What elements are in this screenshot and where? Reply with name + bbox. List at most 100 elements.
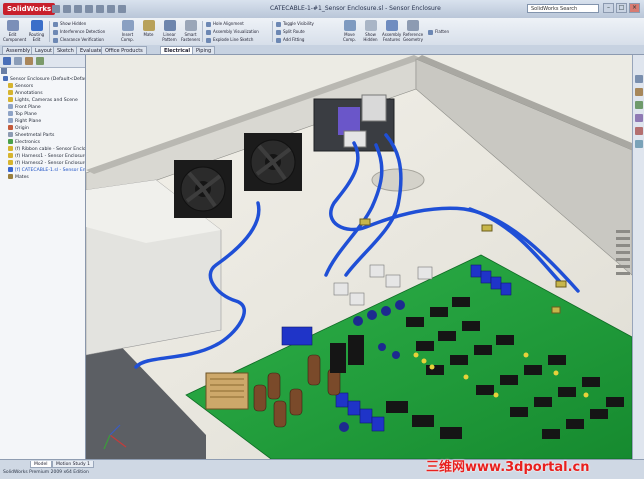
enclosure-model: [86, 55, 632, 459]
tree-node[interactable]: Origin: [3, 125, 85, 132]
tree-node[interactable]: [f] CATECABLE-1.sl - Sensor Enclosure: [3, 167, 85, 174]
tree-node[interactable]: Right Plane: [3, 118, 85, 125]
search-input[interactable]: SolidWorks Search: [527, 4, 599, 13]
linear-pattern-icon: [163, 20, 176, 31]
minimize-button[interactable]: –: [603, 3, 614, 13]
tab-electrical[interactable]: Electrical: [160, 46, 195, 54]
assembly-features-button[interactable]: Assembly Features: [382, 20, 401, 42]
mate-button[interactable]: Mate: [139, 20, 158, 37]
title-bar: SolidWorks CATECABLE-1-#1_Sensor Enclosu…: [0, 0, 644, 19]
tree-node[interactable]: (f) Harness1 - Sensor Enclosure: [3, 153, 85, 160]
options-icon[interactable]: [118, 5, 126, 13]
task-pane-tabs: [632, 55, 644, 459]
print-icon[interactable]: [85, 5, 93, 13]
close-button[interactable]: ×: [629, 3, 640, 13]
tree-node[interactable]: Lights, Cameras and Scene: [3, 97, 85, 104]
command-manager: Edit Component Routing Edit Show Hidden …: [0, 18, 644, 46]
insert-component-button[interactable]: Insert Comp.: [118, 20, 137, 42]
tree-node-icon: [8, 90, 13, 95]
rebuild-icon[interactable]: [107, 5, 115, 13]
tab-motion-study[interactable]: Motion Study 1: [52, 461, 94, 468]
smart-fasteners-button[interactable]: Smart Fasteners: [181, 20, 200, 42]
assembly-visualization-item[interactable]: Assembly Visualization: [206, 29, 259, 35]
tree-node-icon: [8, 174, 13, 179]
resources-icon[interactable]: [635, 75, 643, 83]
tree-node-icon: [8, 83, 13, 88]
view-palette-icon[interactable]: [635, 114, 643, 122]
tree-node[interactable]: Sensors: [3, 83, 85, 90]
show-hidden-button[interactable]: Show Hidden: [361, 20, 380, 42]
reference-geometry-button[interactable]: Reference Geometry: [403, 20, 423, 42]
new-icon[interactable]: [52, 5, 60, 13]
ribbon-separator: [49, 21, 50, 42]
add-fitting-icon: [276, 37, 281, 43]
undo-icon[interactable]: [96, 5, 104, 13]
toggle-visibility-icon: [276, 21, 281, 27]
maximize-button[interactable]: □: [616, 3, 627, 13]
tab-office-products[interactable]: Office Products: [101, 46, 147, 54]
property-manager-icon[interactable]: [14, 57, 22, 65]
rj-connector: [361, 94, 387, 122]
filter-icon[interactable]: [1, 68, 7, 74]
watermark: 三维网www.3dportal.cn: [426, 460, 590, 475]
smart-fasteners-icon: [184, 20, 197, 31]
feature-tree-icon[interactable]: [3, 57, 11, 65]
tree-node-icon: [8, 111, 13, 116]
tree-node[interactable]: Top Plane: [3, 111, 85, 118]
move-component-button[interactable]: Move Comp.: [340, 20, 359, 42]
toggle-visibility-item[interactable]: Toggle Visibility: [276, 21, 314, 27]
panel-toolbar: [0, 55, 85, 68]
tab-sketch[interactable]: Sketch: [53, 46, 78, 54]
cable-clip: [481, 224, 493, 232]
tree-node-label: (f) Ribbon cable - Sensor Enclosure: [15, 147, 85, 152]
hole-alignment-item[interactable]: Hole Alignment: [206, 21, 244, 27]
tree-node-label: Electronics: [15, 140, 41, 145]
tree-node[interactable]: Mates: [3, 174, 85, 181]
tree-node[interactable]: Sheetmetal Parts: [3, 132, 85, 139]
tree-node-label: Origin: [15, 126, 29, 131]
tree-node-icon: [8, 160, 13, 165]
tree-node-icon: [8, 132, 13, 137]
solidworks-logo[interactable]: SolidWorks: [3, 3, 56, 15]
tree-node[interactable]: (f) Harness2 - Sensor Enclosure: [3, 160, 85, 167]
feature-manager-panel: Sensor Enclosure (Default<Default>) Senso…: [0, 55, 86, 459]
tree-node-icon: [8, 104, 13, 109]
show-hidden-components-icon: [364, 20, 377, 31]
edit-component-button[interactable]: Edit Component: [3, 20, 26, 42]
tree-node[interactable]: Sensor Enclosure (Default<Default>): [3, 76, 85, 83]
graphics-viewport[interactable]: [86, 55, 632, 459]
add-fitting-item[interactable]: Add Fitting: [276, 37, 304, 43]
tree-node-icon: [8, 118, 13, 123]
fan-left: [174, 160, 232, 218]
tree-node-label: Lights, Cameras and Scene: [15, 98, 78, 103]
save-icon[interactable]: [74, 5, 82, 13]
tree-node[interactable]: Annotations: [3, 90, 85, 97]
flatten-item[interactable]: Flatten: [428, 29, 449, 35]
tree-node-label: Annotations: [15, 91, 43, 96]
open-icon[interactable]: [63, 5, 71, 13]
routing-edit-button[interactable]: Routing Edit: [27, 20, 46, 42]
dimxpert-icon[interactable]: [36, 57, 44, 65]
cable-clip: [359, 218, 371, 226]
linear-pattern-button[interactable]: Linear Pattern: [160, 20, 179, 42]
tree-node[interactable]: (f) Ribbon cable - Sensor Enclosure: [3, 146, 85, 153]
tree-node-label: (f) Harness1 - Sensor Enclosure: [15, 154, 85, 159]
document-title: CATECABLE-1-#1_Sensor Enclosure.sl - Sen…: [270, 5, 441, 12]
tree-node[interactable]: Front Plane: [3, 104, 85, 111]
tree-node-label: Mates: [15, 175, 29, 180]
file-explorer-icon[interactable]: [635, 101, 643, 109]
tab-model[interactable]: Model: [30, 461, 52, 468]
interference-item[interactable]: Interference Detection: [53, 29, 105, 35]
feature-tree: Sensor Enclosure (Default<Default>) Senso…: [3, 76, 85, 181]
configuration-icon[interactable]: [25, 57, 33, 65]
design-library-icon[interactable]: [635, 88, 643, 96]
tree-node[interactable]: Electronics: [3, 139, 85, 146]
tab-assembly[interactable]: Assembly: [2, 46, 35, 54]
tab-piping[interactable]: Piping: [192, 46, 216, 54]
appearances-icon[interactable]: [635, 127, 643, 135]
custom-properties-icon[interactable]: [635, 140, 643, 148]
show-hidden-item[interactable]: Show Hidden: [53, 21, 86, 27]
explode-line-item[interactable]: Explode Line Sketch: [206, 37, 253, 43]
clearance-item[interactable]: Clearance Verification: [53, 37, 104, 43]
split-route-item[interactable]: Split Route: [276, 29, 305, 35]
